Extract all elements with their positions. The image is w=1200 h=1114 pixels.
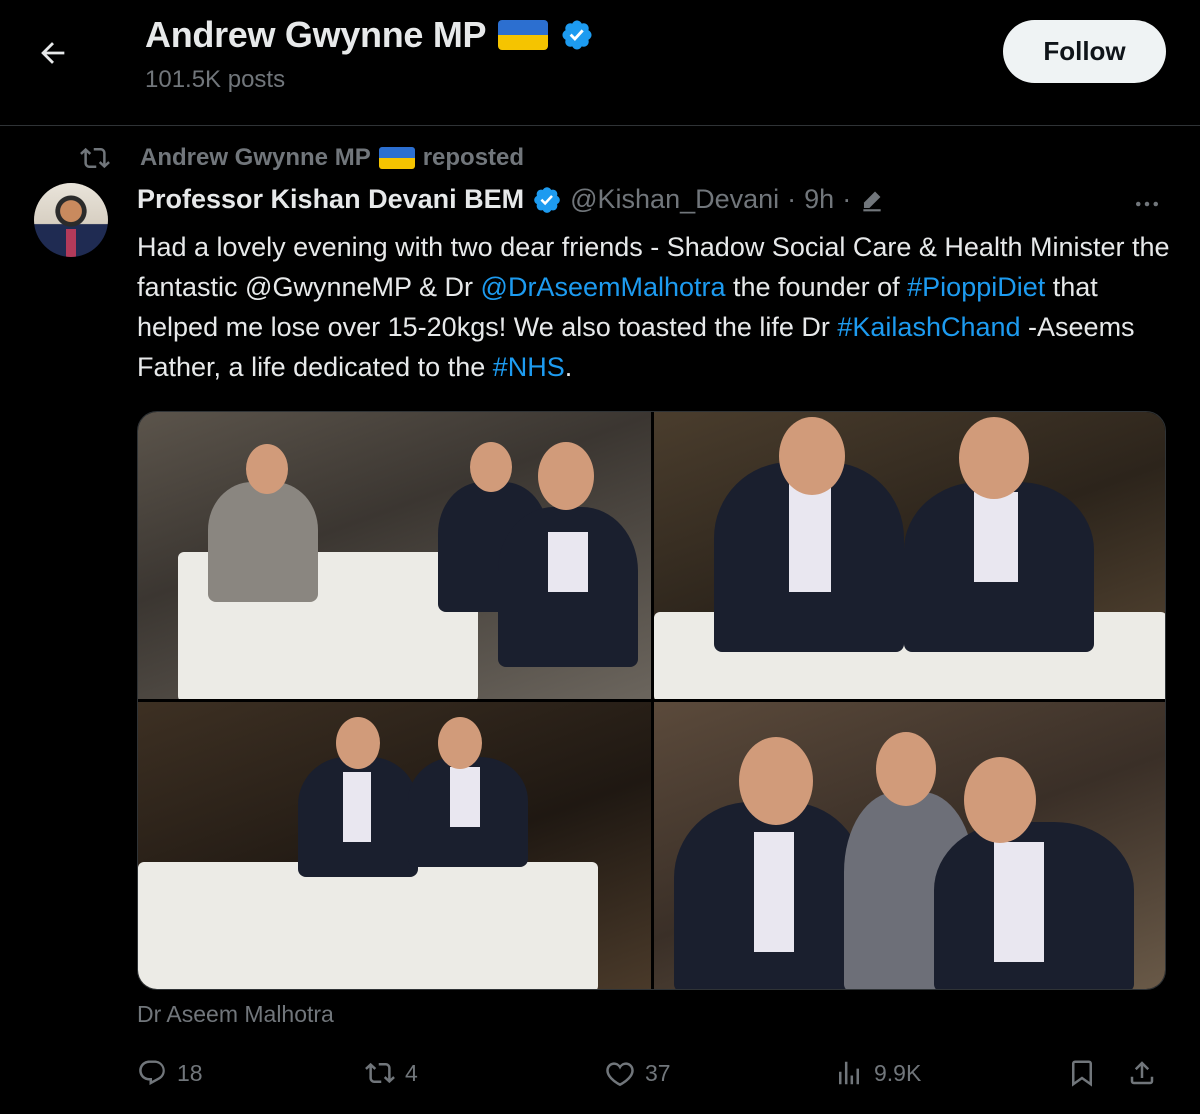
photo-2[interactable] [654,412,1165,699]
tweet-author-row: Professor Kishan Devani BEM @Kishan_Deva… [137,184,885,215]
share-icon [1130,1061,1154,1085]
tweet-actions: 18 4 37 9.9K [137,1058,1167,1098]
more-dots-icon [1136,201,1158,207]
repost-icon [80,147,110,169]
bookmark-icon [1072,1060,1092,1087]
repost-button[interactable]: 4 [365,1058,418,1088]
separator-dot: · [842,184,852,214]
tweet-text: Had a lovely evening with two dear frien… [137,227,1177,387]
posts-count: 101.5K posts [145,66,286,93]
ukraine-flag-icon [378,147,415,169]
reposted-label: reposted [422,144,525,171]
like-button[interactable]: 37 [605,1058,671,1088]
views-button[interactable]: 9.9K [834,1058,921,1088]
repost-context[interactable]: Andrew Gwynne MP reposted [80,143,524,173]
photo-3[interactable] [138,702,651,989]
repost-icon [365,1062,395,1084]
photo-4[interactable] [654,702,1165,989]
avatar[interactable] [34,183,108,257]
back-button[interactable] [22,22,84,84]
profile-title-row: Andrew Gwynne MP [145,14,594,56]
verified-badge-icon [532,185,562,215]
author-name[interactable]: Professor Kishan Devani BEM [137,184,524,215]
media-grid [137,411,1166,990]
hashtag-link[interactable]: #NHS [493,352,565,382]
arrow-left-icon [41,42,65,64]
follow-button[interactable]: Follow [1003,20,1166,83]
repost-count: 4 [405,1059,418,1086]
heart-icon [606,1062,634,1087]
bookmark-button[interactable] [1067,1058,1097,1088]
more-options-button[interactable] [1124,188,1170,220]
views-bars-icon [839,1061,859,1085]
reposter-name: Andrew Gwynne MP [140,144,371,171]
tweet-timestamp[interactable]: 9h [804,184,834,215]
edit-pencil-icon[interactable] [859,187,885,213]
hashtag-link[interactable]: #KailashChand [837,312,1020,342]
ukraine-flag-icon [498,20,549,50]
tweet-text-part: the founder of [725,272,908,302]
author-handle[interactable]: @Kishan_Devani [570,184,779,215]
media-attribution[interactable]: Dr Aseem Malhotra [137,1001,334,1028]
mention-link[interactable]: @DrAseemMalhotra [481,272,726,302]
profile-header: Andrew Gwynne MP 101.5K posts Follow [0,0,1200,126]
tweet-text-part: . [564,352,573,382]
share-button[interactable] [1127,1058,1157,1088]
separator-dot: · [787,184,797,214]
photo-1[interactable] [138,412,651,699]
profile-name: Andrew Gwynne MP [145,14,487,55]
like-count: 37 [645,1059,671,1086]
reply-button[interactable]: 18 [137,1058,203,1088]
reply-count: 18 [177,1059,203,1086]
verified-badge-icon [560,18,594,52]
views-count: 9.9K [874,1059,922,1086]
hashtag-link[interactable]: #PioppiDiet [907,272,1045,302]
reply-bubble-icon [139,1060,165,1086]
